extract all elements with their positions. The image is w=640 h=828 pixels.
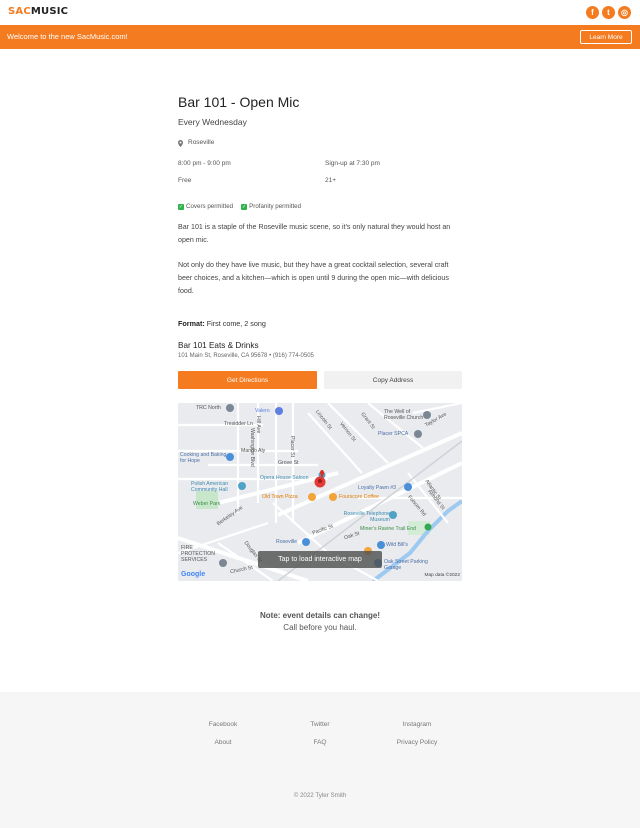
site-footer: Facebook Twitter Instagram About FAQ Pri… — [0, 692, 640, 828]
map-label: Washington Blvd — [249, 428, 255, 467]
map-label: Hill Ave — [255, 416, 261, 434]
social-links: f t ◎ — [586, 6, 631, 19]
map-label: Tresidder Ln — [224, 421, 253, 427]
notice-heading: Note: event details can change! — [259, 611, 381, 620]
footer-link-instagram[interactable]: Instagram — [367, 721, 467, 728]
map-label: TRC North — [196, 405, 221, 411]
twitter-icon[interactable]: t — [602, 6, 615, 19]
event-signup: Sign-up at 7:30 pm — [325, 160, 380, 167]
map-label: FIRE PROTECTION SERVICES — [181, 545, 216, 563]
event-title: Bar 101 - Open Mic — [178, 94, 300, 110]
facebook-icon[interactable]: f — [586, 6, 599, 19]
map-label: Fourscore Coffee — [339, 494, 379, 500]
event-schedule: Every Wednesday — [178, 117, 247, 127]
event-description-2: Not only do they have live music, but th… — [178, 261, 449, 295]
map-label: Old Town Pizza — [262, 494, 298, 500]
covers-badge: ✓ Covers permitted — [178, 203, 234, 210]
banner-text: Welcome to the new SacMusic.com! — [7, 32, 128, 41]
map-label: Loyalty Pawn #3 — [358, 485, 397, 491]
venue-phone[interactable]: (916) 774-0505 — [273, 353, 314, 359]
event-time: 8:00 pm - 9:00 pm — [178, 160, 231, 167]
event-location: Roseville — [178, 139, 462, 147]
copy-address-button[interactable]: Copy Address — [324, 371, 462, 389]
footer-link-twitter[interactable]: Twitter — [270, 721, 370, 728]
learn-more-button[interactable]: Learn More — [580, 30, 632, 44]
map-label: Opera House Saloon — [260, 475, 309, 481]
footer-link-privacy-policy[interactable]: Privacy Policy — [367, 739, 467, 746]
map-label: Oak Street Parking Garage — [384, 559, 428, 571]
check-icon: ✓ — [241, 203, 248, 210]
static-map[interactable]: TRC North Valero The Well of Roseville C… — [178, 403, 462, 581]
notice-subtext: Call before you haul. — [283, 623, 357, 632]
check-icon: ✓ — [178, 203, 184, 210]
map-label: Cooking and Baking for Hope — [180, 452, 227, 464]
map-label: Wild Bill's — [386, 542, 409, 548]
map-label: Roseville — [276, 539, 298, 545]
event-age: 21+ — [325, 177, 337, 184]
event-description-1: Bar 101 is a staple of the Roseville mus… — [178, 223, 451, 244]
venue-name: Bar 101 Eats & Drinks — [178, 341, 259, 350]
profanity-badge: ✓ Profanity permitted — [241, 203, 302, 210]
footer-link-about[interactable]: About — [173, 739, 273, 746]
map-label: Weber Park — [193, 501, 221, 507]
event-format: Format: First come, 2 song — [178, 319, 266, 328]
map-label: Polish American Community Hall — [191, 481, 229, 493]
map-label: Miner's Ravine Trail End — [360, 526, 417, 532]
map-label: Valero — [255, 408, 270, 414]
welcome-banner: Welcome to the new SacMusic.com! Learn M… — [0, 25, 640, 49]
location-pin-icon — [178, 139, 183, 147]
get-directions-button[interactable]: Get Directions — [178, 371, 317, 389]
event-badges: ✓ Covers permitted ✓ Profanity permitted — [178, 203, 301, 210]
google-logo: Google — [181, 571, 206, 578]
instagram-icon[interactable]: ◎ — [618, 6, 631, 19]
map-label: The Well of Roseville Church — [384, 409, 424, 421]
footer-link-facebook[interactable]: Facebook — [173, 721, 273, 728]
map-label: Placer St — [289, 436, 295, 458]
event-details: Bar 101 - Open Mic Every Wednesday Rosev… — [178, 94, 462, 389]
map-label: Placer SPCA — [378, 431, 409, 437]
site-header: SACMUSIC f t ◎ — [0, 0, 640, 25]
map-label: Grove St — [278, 460, 299, 466]
venue-address[interactable]: 101 Main St, Roseville, CA 95678 — [178, 353, 267, 359]
map-data-attribution: Map data ©2022 — [424, 573, 460, 578]
event-price: Free — [178, 177, 192, 184]
footer-link-faq[interactable]: FAQ — [270, 739, 370, 746]
copyright-text: © 2022 Tyler Smith — [293, 792, 347, 799]
location-text: Roseville — [188, 139, 215, 146]
map-label: Roseville Telephone Museum — [343, 511, 390, 523]
venue-address-line: 101 Main St, Roseville, CA 95678 • (916)… — [178, 353, 314, 359]
site-logo[interactable]: SACMUSIC — [8, 6, 68, 17]
load-interactive-map-button[interactable]: Tap to load interactive map — [258, 551, 382, 568]
